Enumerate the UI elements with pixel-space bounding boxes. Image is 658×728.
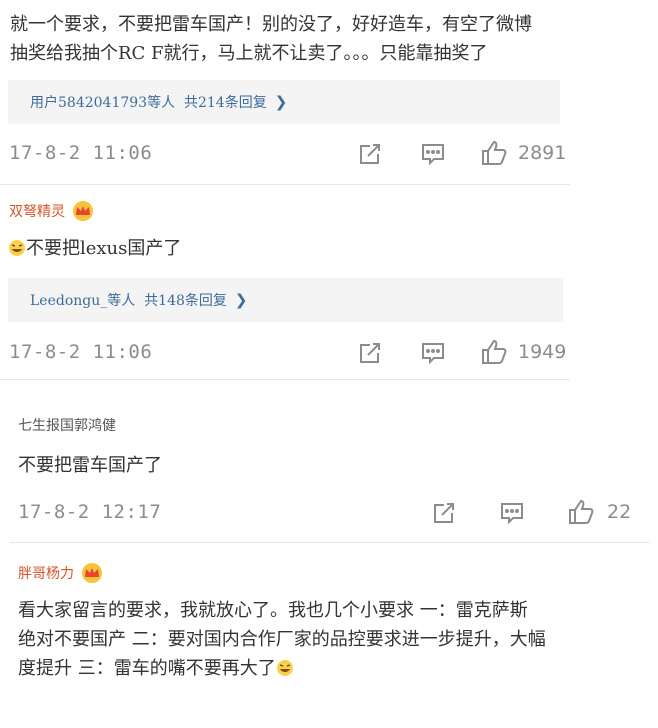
username[interactable]: 胖哥杨力 [18, 562, 104, 584]
divider [0, 379, 570, 380]
edit-icon[interactable] [356, 140, 384, 168]
replies-link[interactable]: Leedongu_等人 共148条回复 ❯ [8, 278, 563, 322]
edit-icon[interactable] [430, 499, 458, 527]
comment-text: 不要把lexus国产了 [8, 234, 181, 263]
timestamp: 17-8-2 11:06 [9, 341, 153, 363]
divider [0, 184, 570, 185]
like-icon[interactable] [480, 139, 508, 167]
replies-link[interactable]: 用户5842041793等人 共214条回复 ❯ [8, 80, 560, 124]
laughing-emoji-icon [276, 660, 293, 676]
like-icon[interactable] [480, 338, 508, 366]
crown-badge-icon [73, 201, 93, 221]
laughing-emoji-icon [9, 240, 25, 256]
like-count: 2891 [518, 142, 567, 164]
comment-3: 七生报国郭鸿健 不要把雷车国产了 17-8-2 12:17 22 [0, 395, 658, 545]
username[interactable]: 七生报国郭鸿健 [18, 415, 116, 435]
like-count: 1949 [518, 341, 567, 363]
comment-4: 胖哥杨力 看大家留言的要求，我就放心了。我也几个小要求 一：雷克萨斯 绝对不要国… [0, 552, 658, 728]
timestamp: 17-8-2 11:06 [9, 142, 153, 164]
edit-icon[interactable] [356, 339, 384, 367]
chevron-right-icon: ❯ [274, 93, 288, 111]
comment-icon[interactable] [419, 339, 447, 367]
crown-badge-icon [82, 563, 102, 583]
like-count: 22 [607, 501, 632, 523]
comment-1: 就一个要求，不要把雷车国产！别的没了，好好造车，有空了微博 抽奖给我抽个RC F… [0, 0, 658, 185]
comment-2: 双弩精灵 不要把lexus国产了 Leedongu_等人 共148条回复 ❯ 1… [0, 190, 658, 385]
comment-icon[interactable] [498, 499, 526, 527]
chevron-right-icon: ❯ [234, 291, 248, 309]
like-icon[interactable] [567, 498, 595, 526]
comment-text: 不要把雷车国产了 [18, 455, 162, 476]
username[interactable]: 双弩精灵 [9, 200, 95, 222]
timestamp: 17-8-2 12:17 [18, 501, 162, 523]
divider [10, 542, 650, 543]
comment-text: 就一个要求，不要把雷车国产！别的没了，好好造车，有空了微博 抽奖给我抽个RC F… [10, 14, 532, 64]
comment-icon[interactable] [419, 140, 447, 168]
comment-text: 看大家留言的要求，我就放心了。我也几个小要求 一：雷克萨斯 绝对不要国产 二：要… [18, 600, 546, 679]
